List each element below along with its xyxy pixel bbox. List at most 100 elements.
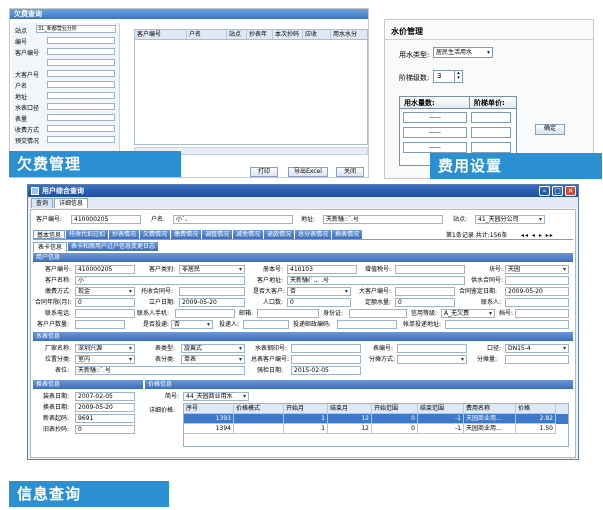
close-button[interactable]: 关闭 xyxy=(336,167,364,177)
user-id-card[interactable] xyxy=(349,309,407,318)
info-banner: 信息查询 xyxy=(9,481,169,507)
confirm-button[interactable]: 确定 xyxy=(535,124,565,135)
minimize-icon[interactable]: – xyxy=(539,186,550,196)
meter-position[interactable]: 室内 xyxy=(75,355,135,364)
filter-row-3[interactable]: 大客户号 xyxy=(15,70,115,81)
user-email[interactable] xyxy=(257,309,319,318)
user-cust-no[interactable]: 410000205 xyxy=(75,265,135,274)
meter-no[interactable] xyxy=(397,344,467,353)
new-meter-code[interactable]: 9691 xyxy=(75,414,135,423)
details-area: 客户编号: 410000205 户名: 小`、 地址: 天新騒::`.号 站点:… xyxy=(30,209,576,458)
filter-row-2[interactable] xyxy=(15,59,115,70)
arrears-banner: 欠费管理 xyxy=(9,151,181,177)
name-field[interactable]: 小`、 xyxy=(173,215,293,224)
filter-row-4[interactable]: 户名 xyxy=(15,81,115,92)
user-caddr[interactable]: 天新騒(`.、.号 xyxy=(287,276,465,285)
meter-total-customer[interactable] xyxy=(291,355,361,364)
customer-no-field[interactable]: 410000205 xyxy=(71,215,141,224)
meter-class[interactable]: 单表 xyxy=(181,355,245,364)
user-credit[interactable]: A_无欠费 xyxy=(441,309,495,318)
filter-row-5[interactable]: 地址 xyxy=(15,92,115,103)
user-trust-contract[interactable] xyxy=(179,287,245,296)
arrears-grid[interactable]: 客户编号 户名 站点 抄表年 本次抄码 应收 用水水分 xyxy=(134,29,368,145)
tab-collection[interactable]: 托收代扣过扣 xyxy=(66,230,109,239)
filter-row-7[interactable]: 表量 xyxy=(15,114,115,125)
tab-payment[interactable]: 缴费情况 xyxy=(171,230,202,239)
user-population[interactable]: 0 xyxy=(287,298,351,307)
tab-arrears[interactable]: 欠费情况 xyxy=(140,230,171,239)
top-tabs: 查询 详细信息 xyxy=(28,197,578,208)
tab-details[interactable]: 详细信息 xyxy=(54,198,89,208)
arrears-filter-panel: 站点 31_新都营业分所 编号 客户编号 大客户号 户名 地址 水表口径 表量 … xyxy=(12,23,120,163)
meter-maker[interactable]: 深圳兴源 xyxy=(75,344,135,353)
water-type-select[interactable]: 居民生活用水 xyxy=(433,47,493,58)
record-nav-icon[interactable]: ◂◂ ◂ ▸ ▸▸ xyxy=(521,232,554,239)
price-short-select[interactable]: 44_天园商业用水 xyxy=(183,392,249,401)
tab-meter-card[interactable]: 表卡信息 xyxy=(33,242,68,252)
tab-meter-change[interactable]: 换表情况 xyxy=(332,230,363,239)
table-row[interactable]: 1394 1 12 0 -1 天园商业用... 1.50 xyxy=(184,424,568,434)
user-mobile[interactable] xyxy=(175,309,235,318)
user-sign-date[interactable]: 2009-05-20 xyxy=(505,287,569,296)
tier-row: —— xyxy=(403,112,513,123)
meter-seal-no[interactable] xyxy=(291,344,361,353)
filter-row-6[interactable]: 水表口径 xyxy=(15,103,115,114)
meter-split-amount[interactable] xyxy=(505,355,569,364)
tab-adjust[interactable]: 调整情况 xyxy=(202,230,233,239)
meter-location[interactable]: 天新騒::`.号 xyxy=(75,366,245,375)
user-pay-method[interactable]: 现金 xyxy=(75,287,135,296)
print-button[interactable]: 打印 xyxy=(250,167,278,177)
user-cname[interactable]: 小` xyxy=(75,276,245,285)
meter-split-method[interactable] xyxy=(397,355,467,364)
user-vat[interactable] xyxy=(395,265,465,274)
arrears-window-title: 欠费查询 xyxy=(10,9,368,19)
spinner-arrows-icon[interactable]: ▴ ▾ xyxy=(454,71,462,82)
price-grid[interactable]: 序号 价格模式 开始月 结束月 开始范围 结束范围 费用名称 价格 1393 1… xyxy=(183,403,569,447)
export-excel-button[interactable]: 导出Excel xyxy=(288,167,328,177)
user-big-no[interactable] xyxy=(395,287,455,296)
user-contact[interactable] xyxy=(505,298,569,307)
meter-section-header: 水表信息 xyxy=(33,332,573,341)
user-customer-count[interactable] xyxy=(75,320,125,329)
user-deliverer[interactable] xyxy=(243,320,289,329)
maximize-icon[interactable]: □ xyxy=(552,186,563,196)
old-meter-code[interactable]: 0 xyxy=(75,425,135,434)
station-select[interactable]: 41_天园分公司 xyxy=(475,215,545,224)
user-big-customer[interactable]: 否 xyxy=(287,287,351,296)
station-select[interactable]: 31_新都营业分所 xyxy=(36,25,116,33)
install-date[interactable]: 2007-02-05 xyxy=(75,392,135,401)
table-row[interactable]: 1393 1 12 0 -1 天园商业用... 2.82 xyxy=(184,414,568,424)
address-field[interactable]: 天新騒::`.号 xyxy=(323,215,443,224)
user-contract-years[interactable]: 0 xyxy=(75,298,135,307)
filter-row-8[interactable]: 收费方式 xyxy=(15,125,115,136)
user-fixed-volume[interactable]: 0 xyxy=(395,298,455,307)
user-post-code[interactable] xyxy=(337,320,397,329)
user-file-no[interactable] xyxy=(515,309,569,318)
meter-check-date[interactable]: 2015-02-05 xyxy=(291,366,361,375)
tier-spinner[interactable]: 3 ▴ ▾ xyxy=(433,70,463,83)
tab-basic-info[interactable]: 基本信息 xyxy=(33,230,66,239)
user-deliver[interactable]: 否 xyxy=(171,320,213,329)
tab-query[interactable]: 查询 xyxy=(31,198,54,208)
arrears-grid-header: 客户编号 户名 站点 抄表年 本次抄码 应收 用水水分 xyxy=(135,30,367,40)
change-fields: 装表日期: 2007-02-05 换表日期: 2009-05-20 新表起码: … xyxy=(31,390,145,450)
user-book-no[interactable]: 410103 xyxy=(287,265,357,274)
user-phone[interactable] xyxy=(75,309,135,318)
user-open-date[interactable]: 2009-05-20 xyxy=(179,298,245,307)
tab-refund[interactable]: 退款情况 xyxy=(264,230,295,239)
change-date[interactable]: 2009-05-20 xyxy=(75,403,135,412)
tab-reduce[interactable]: 减免情况 xyxy=(233,230,264,239)
user-block[interactable]: 天园 xyxy=(505,265,569,274)
user-cust-type[interactable]: 非居民 xyxy=(179,265,245,274)
meter-caliber[interactable]: DN15-4 xyxy=(505,344,569,353)
close-icon[interactable]: ✕ xyxy=(565,186,576,196)
filter-row-0[interactable]: 编号 xyxy=(15,37,115,48)
tab-reading[interactable]: 抄表情况 xyxy=(109,230,140,239)
filter-row-9[interactable]: 预交情况 xyxy=(15,136,115,147)
tab-transfer-log[interactable]: 表卡和原用户过户信息变更日志 xyxy=(68,242,159,251)
user-supply-contract[interactable] xyxy=(505,276,569,285)
filter-row-1[interactable]: 客户编号 xyxy=(15,48,115,59)
tab-sub-meter[interactable]: 总分表情况 xyxy=(295,230,332,239)
user-bill-address[interactable] xyxy=(445,320,569,329)
meter-type[interactable]: 旋翼式 xyxy=(181,344,245,353)
